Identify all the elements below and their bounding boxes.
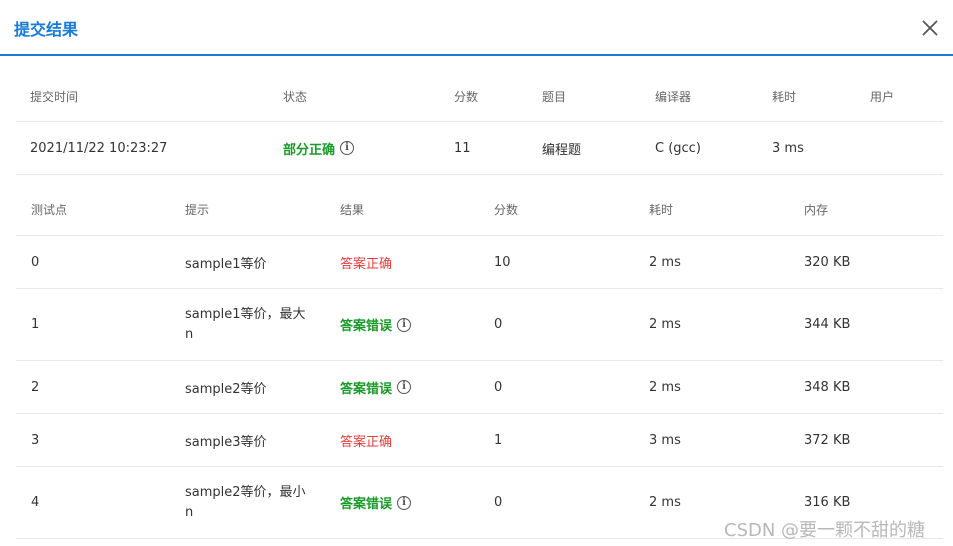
testcase-time: 2 ms <box>649 495 681 510</box>
testcase-memory: 372 KB <box>804 432 851 448</box>
info-circle-icon[interactable]: i <box>397 317 412 332</box>
header-status: 状态 <box>283 90 308 104</box>
submission-result-dialog: 提交结果 提交时间 状态 分数 题目 编译器 耗时 用户 2021/11/22 … <box>0 0 953 546</box>
testcase-hint: sample2等价 <box>185 381 267 397</box>
info-circle-icon[interactable]: i <box>397 380 412 394</box>
testcase-id: 3 <box>31 432 40 448</box>
submit-time: 2021/11/22 10:23:27 <box>30 140 168 156</box>
header-elapsed: 耗时 <box>772 90 797 104</box>
header-hint: 提示 <box>185 203 210 217</box>
testcase-time: 2 ms <box>649 317 681 332</box>
submission-header-row: 提交时间 状态 分数 题目 编译器 耗时 用户 <box>16 72 943 122</box>
testcase-time: 2 ms <box>649 254 681 270</box>
testcase-memory: 320 KB <box>804 254 851 270</box>
testcase-time: 3 ms <box>649 432 681 448</box>
testcase-hint: sample1等价 <box>185 256 267 272</box>
submission-compiler: C (gcc) <box>655 140 701 156</box>
testcase-memory: 348 KB <box>804 379 851 395</box>
testcase-header-row: 测试点 提示 结果 分数 耗时 内存 <box>16 184 943 236</box>
dialog-header: 提交结果 <box>0 0 953 56</box>
submission-elapsed: 3 ms <box>772 140 804 156</box>
info-circle-icon[interactable]: i <box>340 141 355 155</box>
testcase-hint: sample3等价 <box>185 434 267 450</box>
header-compiler: 编译器 <box>655 90 692 104</box>
result-text: 答案错误 <box>340 381 393 397</box>
submission-status[interactable]: 部分正确 i <box>283 122 355 174</box>
header-user: 用户 <box>870 90 895 104</box>
testcase-score: 0 <box>494 317 503 332</box>
testcase-hint: sample1等价，最大n <box>185 306 306 342</box>
header-problem: 题目 <box>542 90 567 104</box>
result-text: 答案错误 <box>340 319 393 334</box>
submission-score: 11 <box>454 140 471 156</box>
testcase-table: 测试点 提示 结果 分数 耗时 内存 0 sample1等价 答案正确 10 2… <box>16 184 943 539</box>
testcase-memory: 344 KB <box>804 317 851 332</box>
testcase-result: 答案正确 <box>340 434 393 450</box>
testcase-score: 0 <box>494 379 503 395</box>
testcase-result[interactable]: 答案错误 i <box>340 289 412 360</box>
close-button[interactable] <box>916 14 944 42</box>
header-test-time: 耗时 <box>649 203 674 217</box>
header-submit-time: 提交时间 <box>30 90 79 104</box>
table-row: 3 sample3等价 答案正确 1 3 ms 372 KB <box>16 414 943 467</box>
testcase-score: 0 <box>494 495 503 510</box>
testcase-id: 1 <box>31 317 40 332</box>
testcase-id: 4 <box>31 495 40 510</box>
testcase-time: 2 ms <box>649 379 681 395</box>
testcase-id: 0 <box>31 254 40 270</box>
testcase-result: 答案正确 <box>340 256 393 272</box>
testcase-score: 1 <box>494 432 503 448</box>
header-testcase: 测试点 <box>31 203 68 217</box>
header-memory: 内存 <box>804 203 829 217</box>
header-test-score: 分数 <box>494 203 519 217</box>
submission-row: 2021/11/22 10:23:27 部分正确 i 11 编程题 C (gcc… <box>16 122 943 175</box>
table-row: 1 sample1等价，最大n 答案错误 i 0 2 ms 344 KB <box>16 289 943 361</box>
watermark: CSDN @要一颗不甜的糖 <box>724 520 926 541</box>
submission-problem: 编程题 <box>542 142 582 158</box>
testcase-result[interactable]: 答案错误 i <box>340 467 412 538</box>
table-row: 0 sample1等价 答案正确 10 2 ms 320 KB <box>16 236 943 289</box>
testcase-id: 2 <box>31 379 40 395</box>
header-score: 分数 <box>454 90 479 104</box>
testcase-score: 10 <box>494 254 511 270</box>
result-text: 答案错误 <box>340 497 393 512</box>
status-text: 部分正确 <box>283 142 336 158</box>
testcase-hint: sample2等价，最小n <box>185 484 306 520</box>
info-circle-icon[interactable]: i <box>397 495 412 510</box>
submission-table: 提交时间 状态 分数 题目 编译器 耗时 用户 2021/11/22 10:23… <box>16 72 943 175</box>
table-row: 2 sample2等价 答案错误 i 0 2 ms 348 KB <box>16 361 943 414</box>
close-icon <box>922 20 938 36</box>
header-result: 结果 <box>340 203 365 217</box>
testcase-result[interactable]: 答案错误 i <box>340 361 412 413</box>
dialog-title: 提交结果 <box>14 20 79 39</box>
